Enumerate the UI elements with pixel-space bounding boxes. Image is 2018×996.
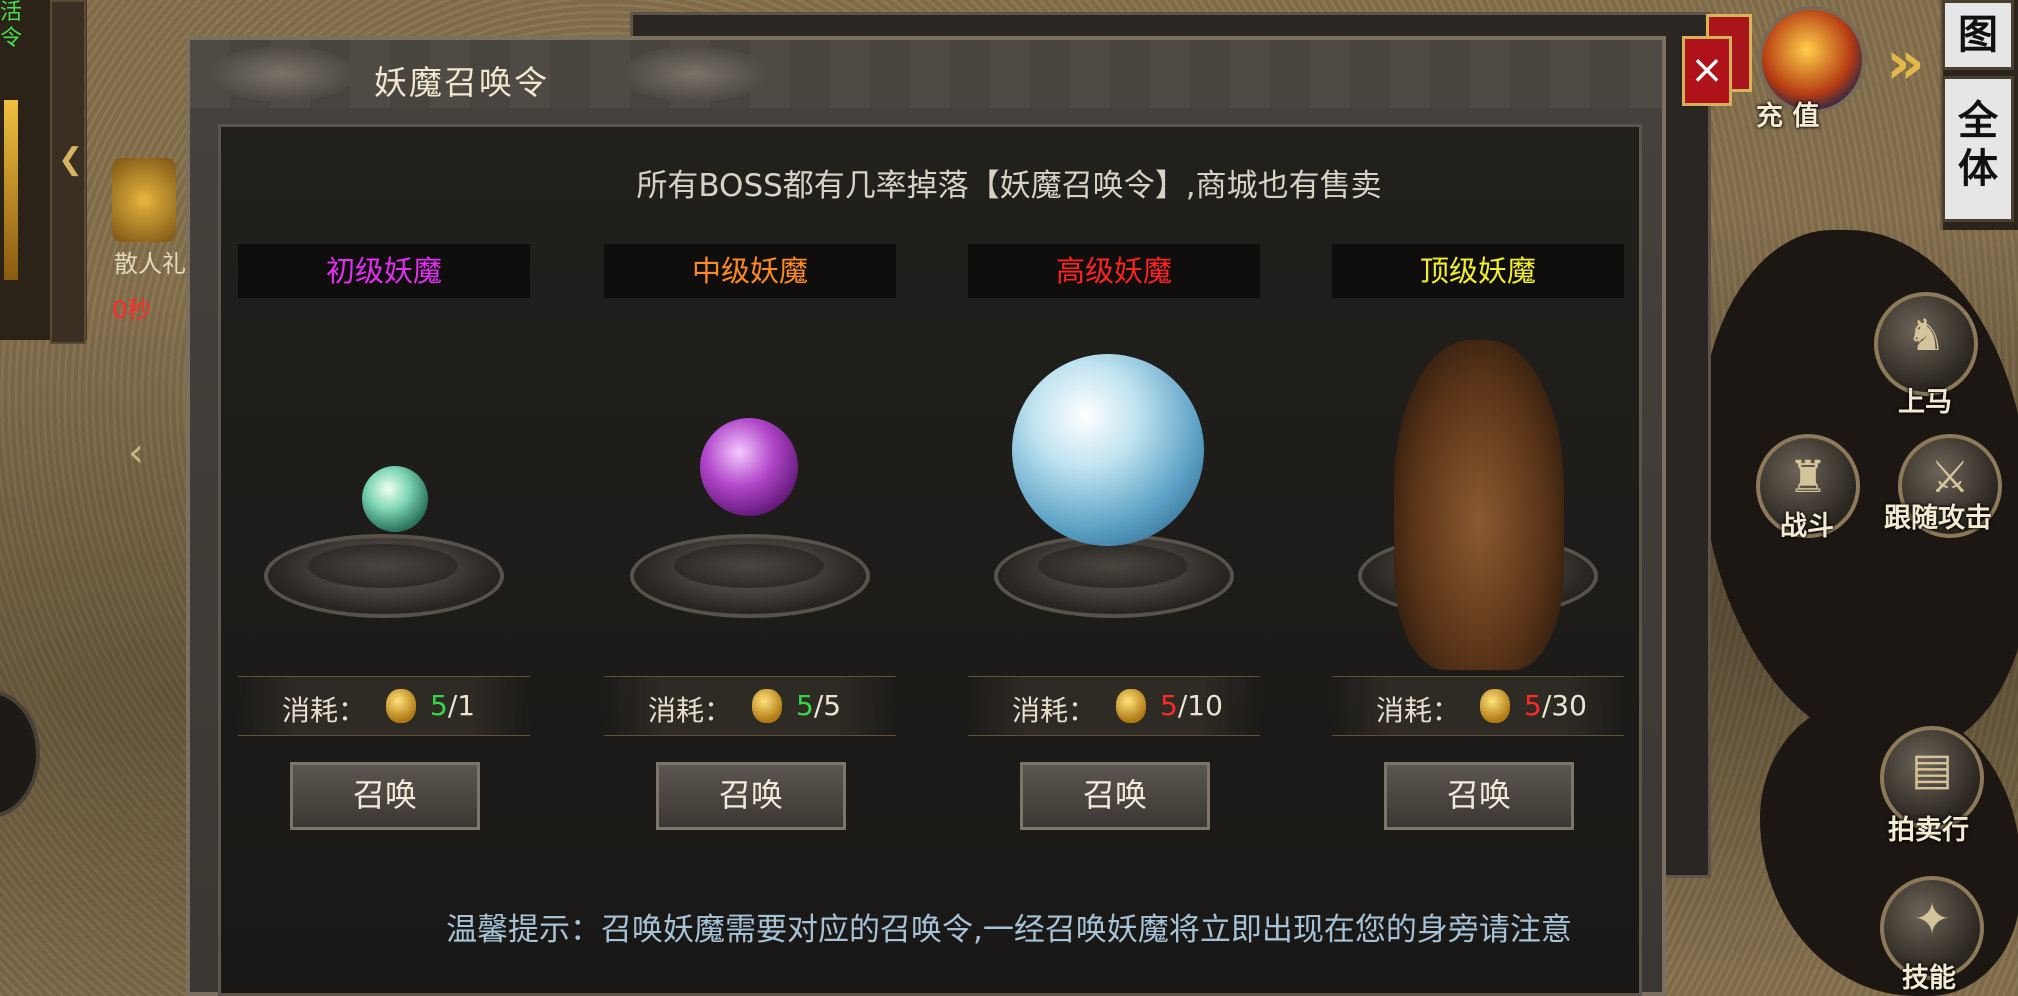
gift-label: 散人礼 xyxy=(114,250,186,278)
drop-description: 所有BOSS都有几率掉落【妖魔召唤令】,商城也有售卖 xyxy=(636,168,1382,204)
cost-label: 消耗： xyxy=(648,694,733,727)
ornament-swirl xyxy=(620,46,770,102)
summon-token-icon xyxy=(1116,689,1146,723)
cost-value: 5/30 xyxy=(1524,689,1587,722)
cost-value: 5/1 xyxy=(430,689,475,722)
ornament-swirl xyxy=(206,46,356,102)
card-title: 顶级妖魔 xyxy=(1332,244,1624,298)
warm-tip: 温馨提示：召唤妖魔需要对应的召唤令,一经召唤妖魔将立即出现在您的身旁请注意 xyxy=(446,912,1572,948)
double-chevron-right-icon[interactable]: » xyxy=(1886,28,1925,98)
cost-label: 消耗： xyxy=(282,694,367,727)
owned-count: 5 xyxy=(796,689,814,722)
owned-count: 5 xyxy=(430,689,448,722)
cost-value: 5/10 xyxy=(1160,689,1223,722)
required-count: /30 xyxy=(1541,689,1587,722)
horse-icon: ♞ xyxy=(1906,310,1946,361)
pedestal-top xyxy=(1038,544,1188,588)
book-icon: ▤ xyxy=(1911,744,1953,795)
summon-button[interactable]: 召唤 xyxy=(1384,762,1574,830)
summon-card-top: 顶级妖魔 消耗： 5/30 召唤 xyxy=(1332,244,1624,834)
dialog-header: 妖魔召唤令 xyxy=(190,40,1662,108)
summon-card-advanced: 高级妖魔 消耗： 5/10 召唤 xyxy=(968,244,1260,834)
map-button[interactable]: 图 xyxy=(1942,0,2014,70)
blue-orb-icon xyxy=(1012,354,1204,546)
owned-count: 5 xyxy=(1160,689,1178,722)
summon-card-intermediate: 中级妖魔 消耗： 5/5 召唤 xyxy=(604,244,896,834)
required-count: /5 xyxy=(813,689,842,722)
summon-button[interactable]: 召唤 xyxy=(290,762,480,830)
cost-label: 消耗： xyxy=(1012,694,1097,727)
cost-row: 消耗： 5/30 xyxy=(1332,676,1624,736)
recharge-label: 充 值 xyxy=(1756,101,1820,132)
card-title: 高级妖魔 xyxy=(968,244,1260,298)
auction-label: 拍卖行 xyxy=(1888,815,1969,846)
left-event-text: 活 令 xyxy=(0,0,23,51)
summon-button[interactable]: 召唤 xyxy=(1020,762,1210,830)
summon-button[interactable]: 召唤 xyxy=(656,762,846,830)
cost-row: 消耗： 5/1 xyxy=(238,676,530,736)
purple-orb-icon xyxy=(700,418,798,516)
summon-card-beginner: 初级妖魔 消耗： 5/1 召唤 xyxy=(238,244,530,834)
required-count: /1 xyxy=(447,689,476,722)
cost-row: 消耗： 5/5 xyxy=(604,676,896,736)
follow-attack-label: 跟随攻击 xyxy=(1884,503,1992,534)
summon-token-icon xyxy=(752,689,782,723)
cost-value: 5/5 xyxy=(796,689,841,722)
skills-label: 技能 xyxy=(1902,963,1956,994)
green-orb-icon xyxy=(362,466,428,532)
cost-label: 消耗： xyxy=(1376,694,1461,727)
owned-count: 5 xyxy=(1524,689,1542,722)
gift-timer: 0秒 xyxy=(112,296,152,324)
card-title: 中级妖魔 xyxy=(604,244,896,298)
card-title: 初级妖魔 xyxy=(238,244,530,298)
battle-label: 战斗 xyxy=(1780,511,1834,542)
pedestal-top xyxy=(308,544,458,588)
dialog-title: 妖魔召唤令 xyxy=(374,63,549,102)
dragon-icon: ♜ xyxy=(1788,452,1828,503)
summon-token-icon xyxy=(1480,689,1510,723)
summon-token-icon xyxy=(386,689,416,723)
pedestal-top xyxy=(674,544,824,588)
mount-label: 上马 xyxy=(1898,387,1952,418)
chevron-left-icon[interactable]: ‹ xyxy=(128,430,144,476)
close-button[interactable]: × xyxy=(1682,36,1732,106)
cost-row: 消耗： 5/10 xyxy=(968,676,1260,736)
required-count: /10 xyxy=(1177,689,1223,722)
beast-boss-icon xyxy=(1394,340,1564,670)
